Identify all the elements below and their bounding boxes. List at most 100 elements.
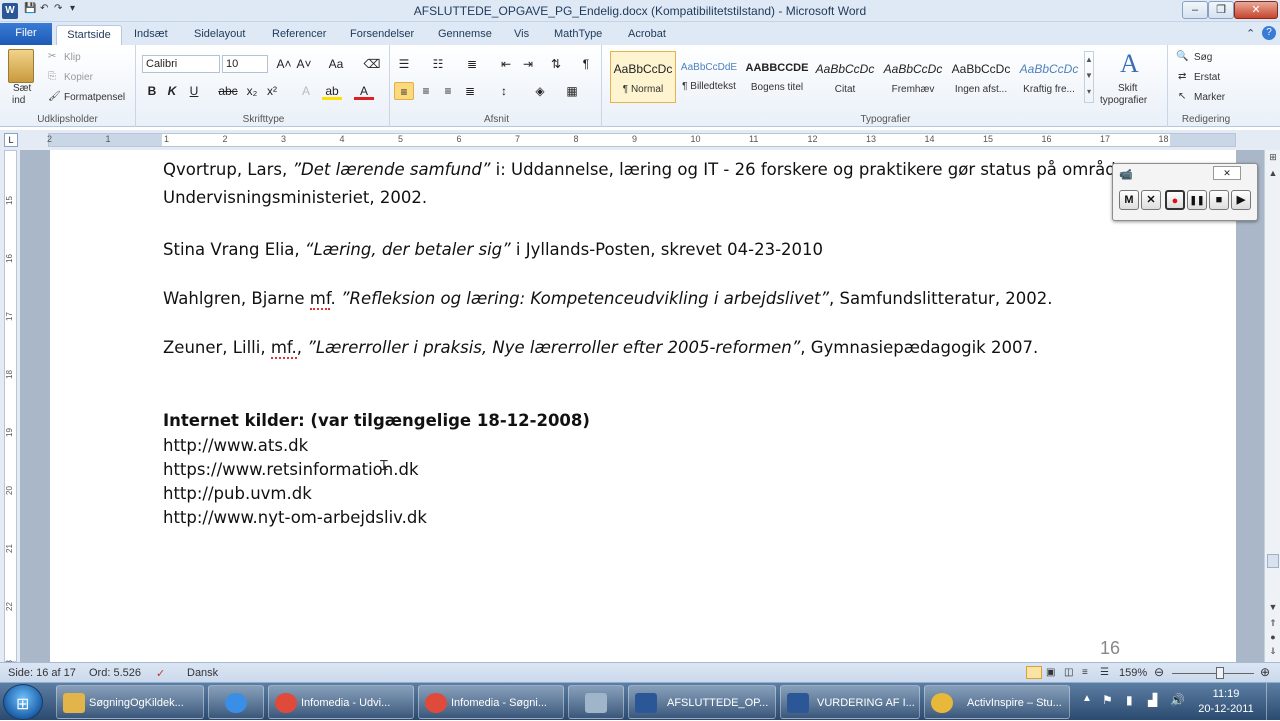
clear-formatting-icon[interactable]: ⌫ — [362, 55, 382, 73]
next-page-icon[interactable]: ⇓ — [1266, 644, 1280, 658]
recorder-pause-button[interactable]: ❚❚ — [1187, 190, 1207, 210]
full-screen-reading-icon[interactable]: ▣ — [1046, 667, 1055, 678]
tab-acrobat[interactable]: Acrobat — [622, 25, 672, 45]
page-count[interactable]: Side: 16 af 17 — [8, 667, 76, 679]
scroll-up-icon[interactable]: ▲ — [1266, 166, 1280, 180]
copy-icon[interactable]: ⎘ — [48, 71, 56, 82]
print-layout-icon[interactable] — [1026, 666, 1042, 679]
find-button[interactable]: Søg — [1194, 52, 1212, 63]
link-nyt-om-arbejdsliv[interactable]: http://www.nyt-om-arbejdsliv.dk — [163, 508, 427, 527]
superscript-icon[interactable]: x² — [262, 82, 282, 100]
zoom-in-icon[interactable]: ⊕ — [1260, 665, 1270, 679]
tab-mathtype[interactable]: MathType — [548, 25, 608, 45]
draft-icon[interactable]: ☰ — [1100, 667, 1109, 678]
volume-icon[interactable]: 🔊 — [1170, 693, 1185, 707]
language[interactable]: Dansk — [187, 667, 218, 679]
document-page[interactable]: Qvortrup, Lars, ”Det lærende samfund” i:… — [50, 150, 1236, 662]
style-no-spacing[interactable]: AaBbCcDc Ingen afst... — [948, 51, 1014, 103]
find-icon[interactable]: 🔍 — [1176, 51, 1188, 62]
cut-icon[interactable]: ✂ — [48, 51, 56, 62]
action-center-icon[interactable]: ⚑ — [1102, 693, 1113, 707]
change-styles-icon[interactable]: A — [1120, 49, 1139, 79]
taskbar-chrome-2[interactable]: Infomedia - Søgni... — [418, 685, 564, 719]
recorder-close-icon[interactable]: ✕ — [1213, 166, 1241, 180]
scroll-down-icon[interactable]: ▼ — [1266, 600, 1280, 614]
grow-font-icon[interactable]: A˄ — [274, 55, 294, 73]
recorder-cancel-button[interactable]: ✕ — [1141, 190, 1161, 210]
battery-icon[interactable]: ▮ — [1126, 693, 1133, 707]
copy-button[interactable]: Kopier — [64, 72, 93, 83]
taskbar-chrome-1[interactable]: Infomedia - Udvi... — [268, 685, 414, 719]
change-styles-button-2[interactable]: typografier — [1100, 95, 1147, 106]
network-icon[interactable]: ▟ — [1148, 693, 1157, 707]
multilevel-list-icon[interactable]: ≣ — [462, 55, 482, 73]
replace-icon[interactable]: ⇄ — [1178, 71, 1186, 82]
recorder-stop-button[interactable]: ■ — [1209, 190, 1229, 210]
taskbar-word-1[interactable]: AFSLUTTEDE_OP... — [628, 685, 776, 719]
style-intense-emphasis[interactable]: AaBbCcDc Kraftig fre... — [1016, 51, 1082, 103]
replace-button[interactable]: Erstat — [1194, 72, 1220, 83]
outline-icon[interactable]: ≡ — [1082, 667, 1088, 678]
format-painter-icon[interactable]: 🖌 — [48, 91, 61, 102]
highlight-icon[interactable]: ab — [322, 82, 342, 100]
italic-icon[interactable]: K — [162, 82, 182, 100]
tab-home[interactable]: Startside — [56, 25, 122, 45]
zoom-out-icon[interactable]: ⊖ — [1154, 665, 1164, 679]
show-desktop-button[interactable] — [1266, 683, 1280, 721]
word-count[interactable]: Ord: 5.526 — [89, 667, 141, 679]
tab-insert[interactable]: Indsæt — [128, 25, 174, 45]
show-hidden-icons-icon[interactable]: ▲ — [1082, 693, 1092, 704]
start-button[interactable]: ⊞ — [3, 684, 43, 720]
system-clock[interactable]: 11:19 20-12-2011 — [1196, 687, 1256, 717]
tab-review[interactable]: Gennemse — [432, 25, 498, 45]
close-button[interactable]: ✕ — [1234, 1, 1278, 19]
taskbar-word-2[interactable]: VURDERING AF I... — [780, 685, 920, 719]
recorder-mark-button[interactable]: M — [1119, 190, 1139, 210]
style-normal[interactable]: AaBbCcDc ¶ Normal — [610, 51, 676, 103]
zoom-slider-thumb[interactable] — [1216, 667, 1224, 679]
tab-references[interactable]: Referencer — [266, 25, 332, 45]
justify-icon[interactable]: ≣ — [460, 82, 480, 100]
select-button[interactable]: Marker — [1194, 92, 1225, 103]
tab-view[interactable]: Vis — [508, 25, 535, 45]
proofing-icon[interactable]: ✓ — [156, 667, 165, 680]
decrease-indent-icon[interactable]: ⇤ — [496, 55, 516, 73]
tab-file[interactable]: Filer — [0, 23, 52, 45]
recorder-record-button[interactable]: ● — [1165, 190, 1185, 210]
align-center-icon[interactable]: ≡ — [416, 82, 436, 100]
underline-icon[interactable]: U — [184, 82, 204, 100]
text-effects-icon[interactable]: A — [296, 82, 316, 100]
change-case-icon[interactable]: Aa — [326, 55, 346, 73]
font-size-combo[interactable]: 10 — [222, 55, 268, 73]
shrink-font-icon[interactable]: A˅ — [294, 55, 314, 73]
zoom-level[interactable]: 159% — [1119, 667, 1147, 679]
align-left-icon[interactable]: ≡ — [394, 82, 414, 100]
ruler-toggle-icon[interactable]: ⊞ — [1266, 150, 1280, 164]
line-spacing-icon[interactable]: ↕ — [494, 82, 514, 100]
align-right-icon[interactable]: ≡ — [438, 82, 458, 100]
ribbon-minimize-icon[interactable]: ⌃ — [1246, 27, 1255, 40]
bold-icon[interactable]: B — [142, 82, 162, 100]
select-icon[interactable]: ↖ — [1178, 91, 1186, 102]
help-icon[interactable]: ? — [1262, 26, 1276, 40]
tab-selector-icon[interactable]: L — [4, 133, 18, 147]
increase-indent-icon[interactable]: ⇥ — [518, 55, 538, 73]
style-book-title[interactable]: AABBCCDE Bogens titel — [744, 51, 810, 103]
paste-icon[interactable] — [8, 49, 34, 83]
strikethrough-icon[interactable]: abc — [218, 82, 238, 100]
subscript-icon[interactable]: x₂ — [242, 82, 262, 100]
paste-label-2[interactable]: ind — [12, 95, 25, 106]
taskbar-calculator[interactable] — [568, 685, 624, 719]
style-emphasis[interactable]: AaBbCcDc Fremhæv — [880, 51, 946, 103]
change-styles-button[interactable]: Skift — [1118, 83, 1137, 94]
style-caption[interactable]: AaBbCcDdE ¶ Billedtekst — [676, 51, 742, 103]
minimize-button[interactable]: – — [1182, 1, 1208, 19]
tab-mailings[interactable]: Forsendelser — [344, 25, 420, 45]
styles-scroll-icon[interactable]: ▲ ▼ ▾ — [1084, 51, 1094, 103]
taskbar-folder[interactable]: SøgningOgKildek... — [56, 685, 204, 719]
cut-button[interactable]: Klip — [64, 52, 81, 63]
link-uvm[interactable]: http://pub.uvm.dk — [163, 484, 312, 503]
vertical-scrollbar[interactable]: ⊞ ▲ ▼ ⇑ ● ⇓ — [1264, 150, 1280, 662]
format-painter-button[interactable]: Formatpensel — [64, 92, 125, 103]
font-color-icon[interactable]: A — [354, 82, 374, 100]
